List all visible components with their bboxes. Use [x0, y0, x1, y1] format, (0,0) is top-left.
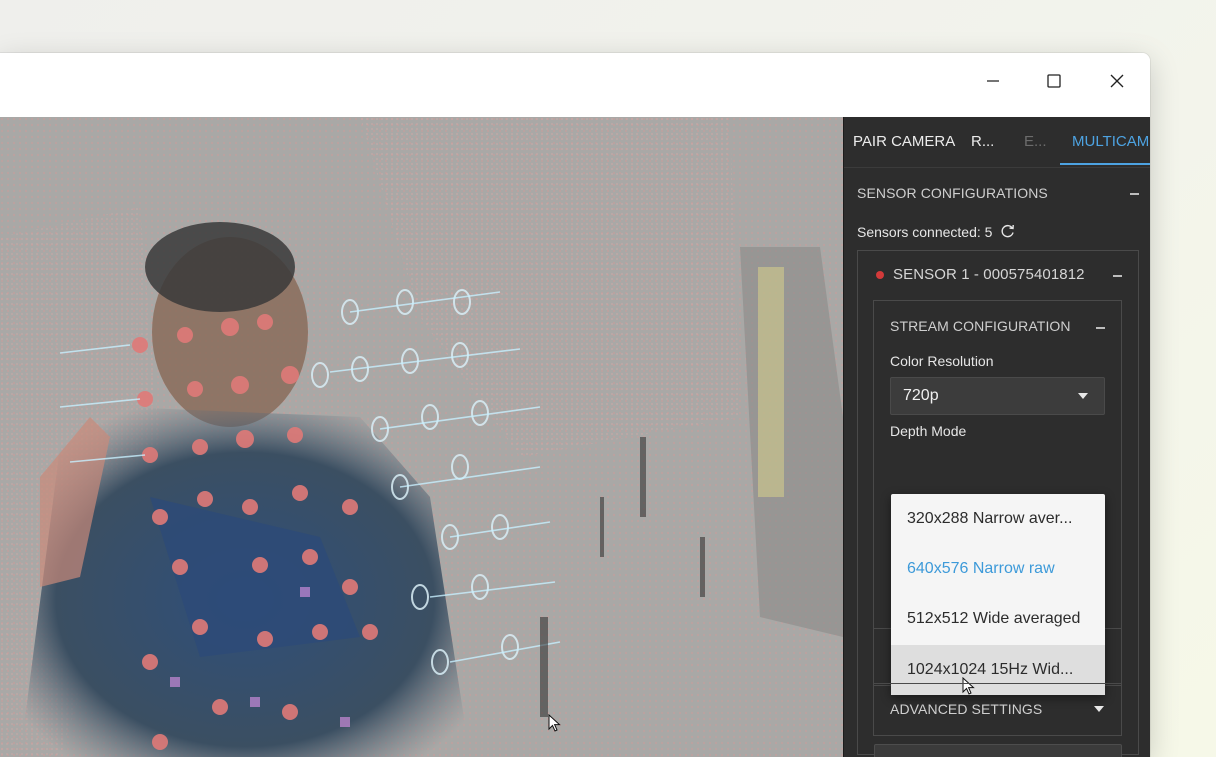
stream-configuration-title: STREAM CONFIGURATION: [890, 318, 1071, 334]
maximize-icon: [1047, 74, 1061, 88]
mouse-cursor-icon: [548, 714, 561, 732]
sensor-configurations-collapse-icon[interactable]: [1130, 193, 1139, 195]
color-resolution-select[interactable]: 720p: [890, 377, 1105, 415]
close-icon: [1110, 74, 1124, 88]
sensors-connected-label: Sensors connected: 5: [857, 224, 993, 240]
tab-export[interactable]: E...: [1024, 117, 1047, 165]
close-button[interactable]: [1094, 59, 1140, 103]
app-window: PAIR CAMERA R... E... MULTICAM SENSOR CO…: [0, 53, 1150, 757]
minimize-icon: [987, 80, 999, 82]
depth-mode-option-selected[interactable]: 640x576 Narrow raw: [891, 544, 1105, 594]
sensor-configurations-title: SENSOR CONFIGURATIONS: [857, 185, 1048, 201]
tab-multicam[interactable]: MULTICAM: [1060, 117, 1150, 165]
tab-pair-camera[interactable]: PAIR CAMERA: [853, 117, 955, 165]
depth-mode-dropdown[interactable]: 320x288 Narrow aver... 640x576 Narrow ra…: [891, 494, 1105, 695]
maximize-button[interactable]: [1031, 59, 1077, 103]
color-resolution-label: Color Resolution: [890, 353, 994, 369]
sensor-status-indicator: [876, 271, 884, 279]
sensor-collapse-icon[interactable]: [1113, 275, 1122, 277]
stream-configuration-collapse-icon[interactable]: [1096, 327, 1105, 329]
point-cloud-viewport[interactable]: [0, 117, 843, 757]
sensor-title: SENSOR 1 - 000575401812: [893, 266, 1085, 283]
title-bar: [0, 53, 1150, 117]
settings-panel: PAIR CAMERA R... E... MULTICAM SENSOR CO…: [843, 117, 1150, 757]
advanced-settings-title: ADVANCED SETTINGS: [890, 701, 1043, 717]
chevron-down-icon: [1078, 393, 1088, 399]
tab-recording[interactable]: R...: [971, 117, 994, 165]
minimize-button[interactable]: [970, 59, 1016, 103]
color-resolution-value: 720p: [903, 387, 939, 404]
apply-settings-button[interactable]: Apply Settings to All Sensors: [874, 744, 1122, 757]
depth-mode-option[interactable]: 320x288 Narrow aver...: [891, 494, 1105, 544]
refresh-icon[interactable]: [1000, 223, 1016, 239]
depth-mode-label: Depth Mode: [890, 423, 967, 439]
depth-mode-option[interactable]: 512x512 Wide averaged: [891, 594, 1105, 644]
chevron-down-icon[interactable]: [1094, 706, 1104, 712]
point-cloud-render: [0, 117, 843, 757]
panel-tabs: PAIR CAMERA R... E... MULTICAM: [844, 117, 1150, 168]
